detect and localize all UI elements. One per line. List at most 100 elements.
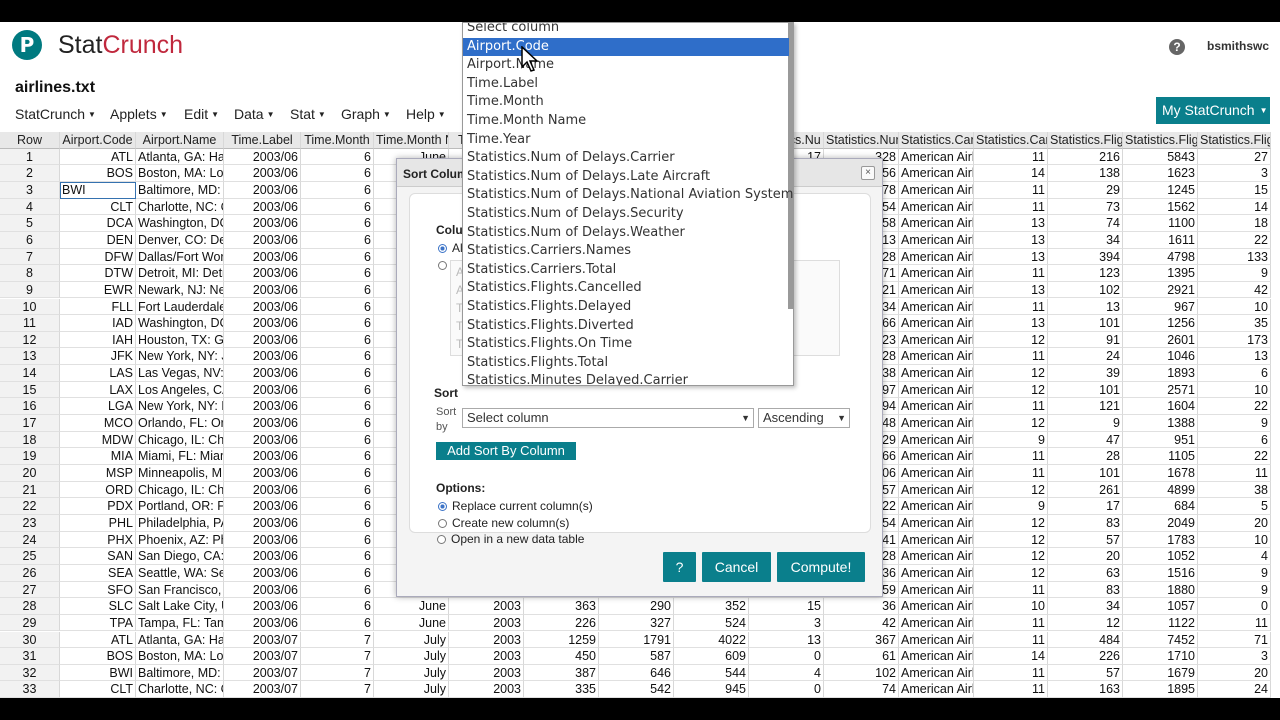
table-cell[interactable]: 544 — [674, 664, 749, 682]
table-cell[interactable]: 83 — [1048, 581, 1123, 599]
row-number[interactable]: 30 — [0, 631, 60, 649]
table-cell[interactable]: 13 — [749, 631, 824, 649]
table-cell[interactable]: Chicago, IL: Chic — [136, 481, 224, 499]
table-cell[interactable]: 4022 — [674, 631, 749, 649]
table-cell[interactable]: American Airl — [899, 398, 974, 416]
table-cell[interactable]: 2003/06 — [224, 614, 301, 632]
table-cell[interactable]: 1710 — [1123, 648, 1198, 665]
table-cell[interactable]: 12 — [974, 365, 1048, 382]
table-cell[interactable]: 6 — [301, 614, 374, 632]
table-cell[interactable]: 73 — [1048, 198, 1123, 216]
my-statcrunch-button[interactable]: My StatCrunch ▼ — [1156, 97, 1270, 124]
column-header[interactable]: Time.Label — [224, 132, 301, 149]
table-cell[interactable]: American Airl — [899, 448, 974, 465]
table-cell[interactable]: Salt Lake City, U — [136, 598, 224, 615]
table-cell[interactable]: American Airl — [899, 631, 974, 649]
table-cell[interactable]: American Airl — [899, 431, 974, 449]
table-cell[interactable]: 12 — [974, 481, 1048, 499]
table-cell[interactable]: 524 — [674, 614, 749, 632]
table-cell[interactable]: American Airl — [899, 181, 974, 199]
table-cell[interactable]: 2003/06 — [224, 281, 301, 299]
table-cell[interactable]: 22 — [1198, 398, 1271, 416]
table-cell[interactable]: 2003/06 — [224, 165, 301, 182]
table-cell[interactable]: 3 — [749, 614, 824, 632]
row-number[interactable]: 25 — [0, 548, 60, 565]
dropdown-option[interactable]: Time.Month Name — [463, 112, 789, 131]
table-cell[interactable]: 12 — [974, 415, 1048, 432]
table-cell[interactable]: 2003/06 — [224, 231, 301, 249]
add-sort-by-column-button[interactable]: Add Sort By Column — [436, 442, 576, 460]
table-cell[interactable]: Philadelphia, PA — [136, 514, 224, 532]
table-cell[interactable]: 36 — [824, 598, 899, 615]
table-cell[interactable]: Newark, NJ: New — [136, 281, 224, 299]
table-cell[interactable]: 4899 — [1123, 481, 1198, 499]
table-cell[interactable]: 57 — [1048, 664, 1123, 682]
column-header[interactable]: Time.Month — [301, 132, 374, 149]
table-cell[interactable]: July — [374, 664, 449, 682]
table-cell[interactable]: 83 — [1048, 514, 1123, 532]
table-cell[interactable]: 0 — [749, 648, 824, 665]
table-cell[interactable]: 2003/07 — [224, 681, 301, 698]
table-cell[interactable]: 1245 — [1123, 181, 1198, 199]
table-cell[interactable]: 11 — [974, 298, 1048, 316]
row-number[interactable]: 19 — [0, 448, 60, 465]
row-number[interactable]: 24 — [0, 531, 60, 549]
table-cell[interactable]: 12 — [974, 381, 1048, 399]
table-cell[interactable]: Fort Lauderdale — [136, 298, 224, 316]
table-cell[interactable]: American Airl — [899, 514, 974, 532]
table-cell[interactable]: Seattle, WA: Sea — [136, 564, 224, 582]
table-cell[interactable]: American Airl — [899, 415, 974, 432]
table-cell[interactable]: 609 — [674, 648, 749, 665]
table-cell[interactable]: American Airl — [899, 148, 974, 166]
table-cell[interactable]: 6 — [301, 448, 374, 465]
table-cell[interactable]: 6 — [301, 265, 374, 282]
table-cell[interactable]: 1057 — [1123, 598, 1198, 615]
table-cell[interactable]: 123 — [1048, 265, 1123, 282]
table-cell[interactable]: American Airl — [899, 598, 974, 615]
table-cell[interactable]: 6 — [301, 298, 374, 316]
row-number[interactable]: 14 — [0, 365, 60, 382]
row-number[interactable]: 12 — [0, 331, 60, 349]
table-cell[interactable]: 24 — [1048, 348, 1123, 366]
table-cell[interactable]: 2003/06 — [224, 265, 301, 282]
table-cell[interactable]: 387 — [524, 664, 599, 682]
dropdown-option[interactable]: Statistics.Num of Delays.Late Aircraft — [463, 168, 789, 187]
table-cell[interactable]: July — [374, 648, 449, 665]
table-cell[interactable]: Orlando, FL: Orl — [136, 415, 224, 432]
table-cell[interactable]: 2003 — [449, 598, 524, 615]
table-cell[interactable]: 6 — [301, 481, 374, 499]
option-new-table[interactable]: Open in a new data table — [437, 532, 584, 546]
table-cell[interactable]: CLT — [60, 198, 136, 216]
table-cell[interactable]: Dallas/Fort Wort — [136, 248, 224, 266]
table-cell[interactable]: 6 — [301, 598, 374, 615]
table-cell[interactable]: 9 — [974, 431, 1048, 449]
table-cell[interactable]: 11 — [974, 148, 1048, 166]
row-number[interactable]: 2 — [0, 165, 60, 182]
table-cell[interactable]: 1256 — [1123, 315, 1198, 332]
table-cell[interactable]: 2003/06 — [224, 498, 301, 515]
table-cell[interactable]: 226 — [524, 614, 599, 632]
cancel-button[interactable]: Cancel — [702, 552, 771, 582]
table-cell[interactable]: 4 — [1198, 548, 1271, 565]
table-cell[interactable]: 2003/06 — [224, 564, 301, 582]
table-cell[interactable]: 2003/06 — [224, 598, 301, 615]
table-cell[interactable]: 7 — [301, 664, 374, 682]
table-cell[interactable]: 20 — [1048, 548, 1123, 565]
table-cell[interactable]: 10 — [1198, 298, 1271, 316]
table-cell[interactable]: Denver, CO: Der — [136, 231, 224, 249]
table-cell[interactable]: 11 — [974, 348, 1048, 366]
table-cell[interactable]: 24 — [1198, 681, 1271, 698]
table-cell[interactable]: 261 — [1048, 481, 1123, 499]
table-cell[interactable]: 9 — [1198, 564, 1271, 582]
dropdown-option[interactable]: Statistics.Num of Delays.Security — [463, 205, 789, 224]
row-number[interactable]: 1 — [0, 148, 60, 166]
table-cell[interactable]: 352 — [674, 598, 749, 615]
table-cell[interactable]: BOS — [60, 648, 136, 665]
table-cell[interactable]: 6 — [301, 548, 374, 565]
table-cell[interactable]: 1611 — [1123, 231, 1198, 249]
dropdown-option[interactable]: Statistics.Flights.On Time — [463, 335, 789, 354]
table-cell[interactable]: 2003 — [449, 614, 524, 632]
table-cell[interactable]: 10 — [1198, 531, 1271, 549]
table-cell[interactable]: 7 — [301, 681, 374, 698]
table-cell[interactable]: 2003/06 — [224, 431, 301, 449]
